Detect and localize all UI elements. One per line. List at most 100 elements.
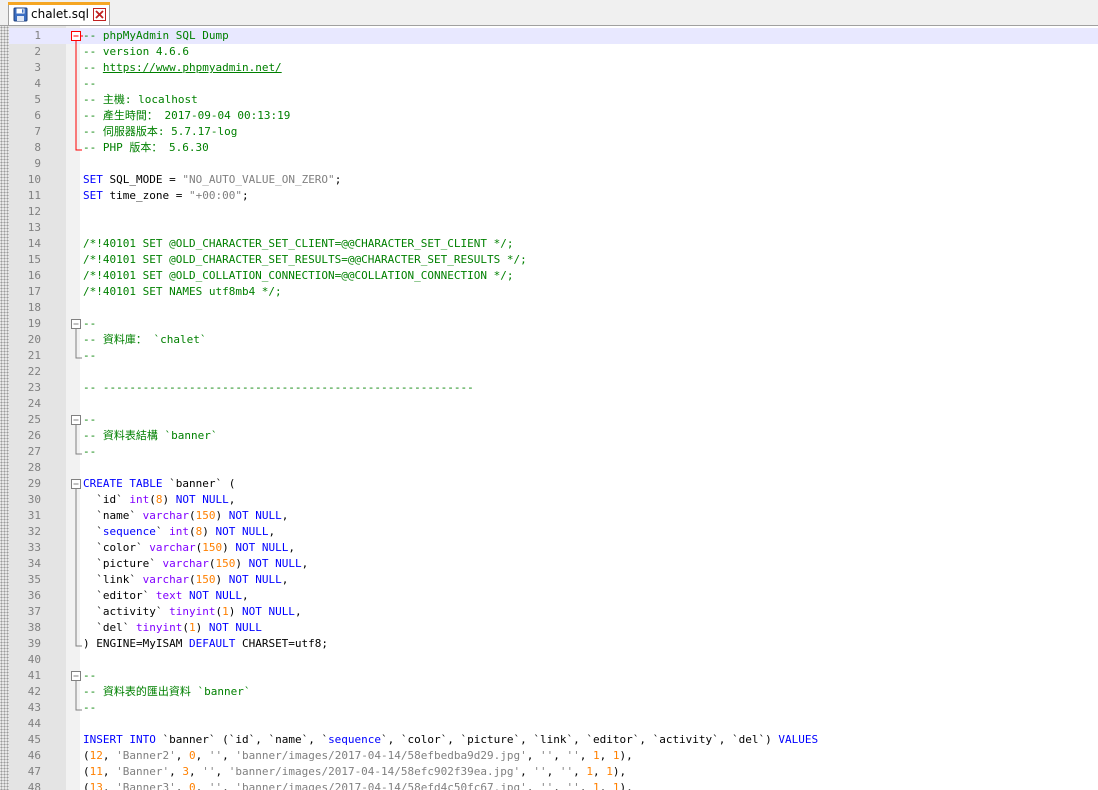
code-line[interactable]: 38 `del` tinyint(1) NOT NULL xyxy=(9,620,1098,636)
fold-minus-icon[interactable] xyxy=(69,476,83,492)
code-line[interactable]: 26 -- 資料表結構 `banner` xyxy=(9,428,1098,444)
code-line[interactable]: 42 -- 資料表的匯出資料 `banner` xyxy=(9,684,1098,700)
code-line[interactable]: 33 `color` varchar(150) NOT NULL, xyxy=(9,540,1098,556)
line-number: 1 xyxy=(34,29,41,42)
code-line[interactable]: 22 xyxy=(9,364,1098,380)
code-text: `activity` tinyint(1) NOT NULL, xyxy=(83,605,302,618)
code-line[interactable]: 46 (12, 'Banner2', 0, '', 'banner/images/… xyxy=(9,748,1098,764)
code-line[interactable]: 18 xyxy=(9,300,1098,316)
fold-end-icon xyxy=(75,636,82,647)
code-text: -- xyxy=(83,669,97,682)
code-line[interactable]: 48 (13, 'Banner3', 0, '', 'banner/images/… xyxy=(9,780,1098,790)
code-text: /*!40101 SET @OLD_CHARACTER_SET_RESULTS=… xyxy=(83,253,527,266)
code-line[interactable]: 14 /*!40101 SET @OLD_CHARACTER_SET_CLIENT… xyxy=(9,236,1098,252)
line-number: 30 xyxy=(27,493,41,506)
code-line[interactable]: 23 -- -----------------------------------… xyxy=(9,380,1098,396)
tab-bar: chalet.sql xyxy=(0,0,1098,26)
line-number: 36 xyxy=(27,589,41,602)
line-number: 4 xyxy=(34,77,41,90)
line-number: 19 xyxy=(27,317,41,330)
code-line[interactable]: 32 `sequence` int(8) NOT NULL, xyxy=(9,524,1098,540)
fold-line-icon xyxy=(75,60,77,76)
code-line[interactable]: 16 /*!40101 SET @OLD_COLLATION_CONNECTION… xyxy=(9,268,1098,284)
code-text: -- 主機: localhost xyxy=(83,93,198,106)
code-text: -- 資料表的匯出資料 `banner` xyxy=(83,685,251,698)
code-line[interactable]: 44 xyxy=(9,716,1098,732)
fold-line-icon xyxy=(75,332,77,348)
code-line[interactable]: 20 -- 資料庫： `chalet` xyxy=(9,332,1098,348)
close-icon[interactable] xyxy=(93,8,106,21)
code-line[interactable]: 45 INSERT INTO `banner` (`id`, `name`, `s… xyxy=(9,732,1098,748)
code-line[interactable]: 30 `id` int(8) NOT NULL, xyxy=(9,492,1098,508)
code-line[interactable]: 31 `name` varchar(150) NOT NULL, xyxy=(9,508,1098,524)
code-line[interactable]: 41 -- xyxy=(9,668,1098,684)
code-text: `id` int(8) NOT NULL, xyxy=(83,493,236,506)
code-editor[interactable]: 1 -- phpMyAdmin SQL Dump 2 -- version 4.6.6… xyxy=(9,26,1098,790)
code-text: -- phpMyAdmin SQL Dump xyxy=(83,29,229,42)
code-text: SET time_zone = "+00:00"; xyxy=(83,189,249,202)
line-number: 28 xyxy=(27,461,41,474)
code-line[interactable]: 12 xyxy=(9,204,1098,220)
code-line[interactable]: 36 `editor` text NOT NULL, xyxy=(9,588,1098,604)
code-text: -- PHP 版本： 5.6.30 xyxy=(83,141,209,154)
fold-minus-icon[interactable] xyxy=(69,316,83,332)
fold-line-icon xyxy=(75,492,77,508)
code-line[interactable]: 7 -- 伺服器版本: 5.7.17-log xyxy=(9,124,1098,140)
code-line[interactable]: 4 -- xyxy=(9,76,1098,92)
code-line[interactable]: 28 xyxy=(9,460,1098,476)
code-line[interactable]: 9 xyxy=(9,156,1098,172)
code-line[interactable]: 34 `picture` varchar(150) NOT NULL, xyxy=(9,556,1098,572)
line-number: 34 xyxy=(27,557,41,570)
code-line[interactable]: 43 -- xyxy=(9,700,1098,716)
code-line[interactable]: 3 -- https://www.phpmyadmin.net/ xyxy=(9,60,1098,76)
code-line[interactable]: 29 CREATE TABLE `banner` ( xyxy=(9,476,1098,492)
line-number: 7 xyxy=(34,125,41,138)
code-text: `name` varchar(150) NOT NULL, xyxy=(83,509,289,522)
code-line[interactable]: 39) ENGINE=MyISAM DEFAULT CHARSET=utf8; xyxy=(9,636,1098,652)
fold-line-icon xyxy=(75,508,77,524)
code-line[interactable]: 5 -- 主機: localhost xyxy=(9,92,1098,108)
code-line[interactable]: 11 SET time_zone = "+00:00"; xyxy=(9,188,1098,204)
code-text: -- xyxy=(83,701,97,714)
fold-line-icon xyxy=(75,556,77,572)
code-line[interactable]: 10 SET SQL_MODE = "NO_AUTO_VALUE_ON_ZERO"… xyxy=(9,172,1098,188)
code-line[interactable]: 25 -- xyxy=(9,412,1098,428)
fold-minus-icon[interactable] xyxy=(69,28,83,44)
code-line[interactable]: 37 `activity` tinyint(1) NOT NULL, xyxy=(9,604,1098,620)
line-number: 3 xyxy=(34,61,41,74)
fold-minus-icon[interactable] xyxy=(69,668,83,684)
code-line[interactable]: 21 -- xyxy=(9,348,1098,364)
line-number: 10 xyxy=(27,173,41,186)
line-number: 45 xyxy=(27,733,41,746)
fold-minus-icon[interactable] xyxy=(69,412,83,428)
code-text: -- 資料庫： `chalet` xyxy=(83,333,207,346)
fold-line-icon xyxy=(75,92,77,108)
code-line[interactable]: 1 -- phpMyAdmin SQL Dump xyxy=(9,28,1098,44)
code-text: -- xyxy=(83,77,97,90)
floppy-disk-icon xyxy=(13,7,28,22)
code-text: -- xyxy=(83,349,97,362)
code-text: (12, 'Banner2', 0, '', 'banner/images/20… xyxy=(83,749,633,762)
code-line[interactable]: 13 xyxy=(9,220,1098,236)
code-line[interactable]: 27 -- xyxy=(9,444,1098,460)
code-line[interactable]: 15 /*!40101 SET @OLD_CHARACTER_SET_RESULT… xyxy=(9,252,1098,268)
code-line[interactable]: 2 -- version 4.6.6 xyxy=(9,44,1098,60)
line-number: 20 xyxy=(27,333,41,346)
code-line[interactable]: 17 /*!40101 SET NAMES utf8mb4 */; xyxy=(9,284,1098,300)
code-line[interactable]: 6 -- 產生時間： 2017-09-04 00:13:19 xyxy=(9,108,1098,124)
fold-line-icon xyxy=(75,620,77,636)
code-line[interactable]: 24 xyxy=(9,396,1098,412)
tab-chalet-sql[interactable]: chalet.sql xyxy=(8,2,110,25)
code-line[interactable]: 40 xyxy=(9,652,1098,668)
document-map-strip xyxy=(0,26,9,790)
code-line[interactable]: 47 (11, 'Banner', 3, '', 'banner/images/2… xyxy=(9,764,1098,780)
code-text: /*!40101 SET @OLD_CHARACTER_SET_CLIENT=@… xyxy=(83,237,514,250)
line-number: 12 xyxy=(27,205,41,218)
code-line[interactable]: 19 -- xyxy=(9,316,1098,332)
fold-line-icon xyxy=(75,684,77,700)
code-line[interactable]: 35 `link` varchar(150) NOT NULL, xyxy=(9,572,1098,588)
tab-label: chalet.sql xyxy=(31,7,89,21)
code-line[interactable]: 8 -- PHP 版本： 5.6.30 xyxy=(9,140,1098,156)
line-number: 15 xyxy=(27,253,41,266)
line-number: 26 xyxy=(27,429,41,442)
